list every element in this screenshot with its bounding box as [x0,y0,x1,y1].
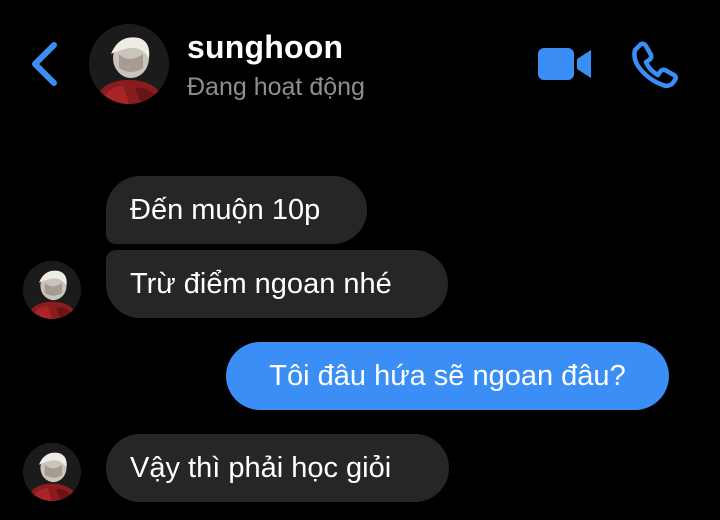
avatar-image [23,261,81,319]
contact-avatar[interactable] [89,24,169,104]
video-camera-icon [538,48,591,80]
sender-avatar[interactable] [23,443,81,501]
active-status: Đang hoạt động [187,73,365,101]
voice-call-button[interactable] [630,40,680,89]
message-bubble-incoming[interactable]: Trừ điểm ngoan nhé [106,250,448,318]
message-bubble-outgoing[interactable]: Tôi đâu hứa sẽ ngoan đâu? [226,342,669,410]
avatar-image [89,24,169,104]
message-bubble-incoming[interactable]: Đến muộn 10p [106,176,367,244]
contact-name[interactable]: sunghoon [187,29,343,66]
avatar-image [23,443,81,501]
back-button[interactable] [26,40,66,88]
chat-header: sunghoon Đang hoạt động [0,0,720,125]
chevron-left-icon [32,42,57,86]
phone-icon [632,41,679,89]
sender-avatar[interactable] [23,261,81,319]
message-bubble-incoming[interactable]: Vậy thì phải học giỏi [106,434,449,502]
video-call-button[interactable] [536,44,594,84]
